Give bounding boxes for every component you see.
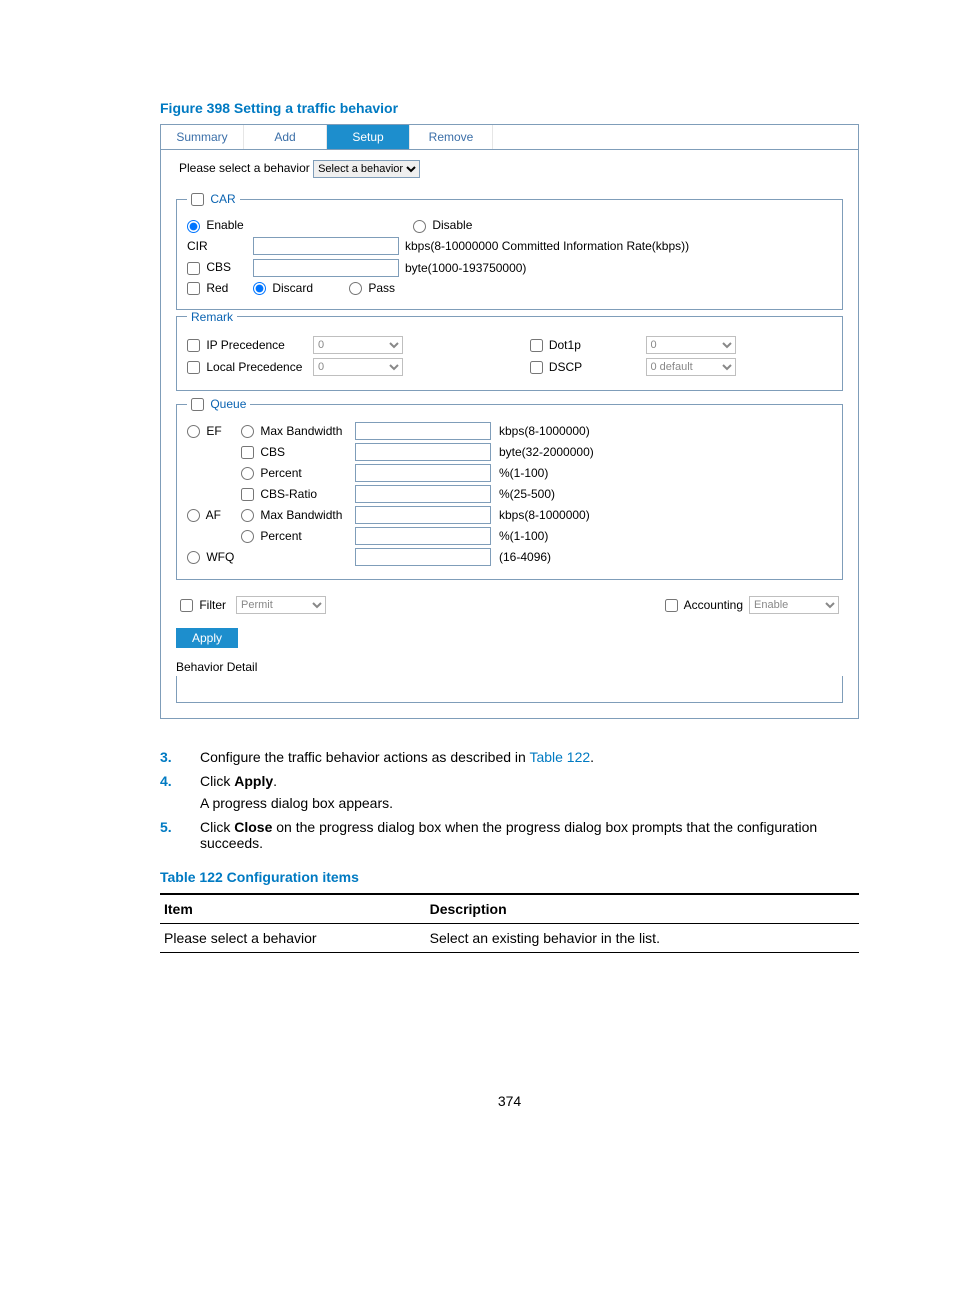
- red-discard-radio[interactable]: [253, 282, 266, 295]
- wfq-radio[interactable]: [187, 551, 200, 564]
- screenshot-panel: Summary Add Setup Remove Please select a…: [160, 124, 859, 719]
- car-fieldset: CAR Enable Disable CIR kbps(8-10000000 C…: [176, 192, 843, 310]
- apply-button[interactable]: Apply: [176, 628, 238, 648]
- dot1p-select[interactable]: 0: [646, 336, 736, 354]
- car-enable-checkbox[interactable]: [191, 193, 204, 206]
- behavior-detail-box: [176, 676, 843, 703]
- ef-cbs-input[interactable]: [355, 443, 491, 461]
- tab-setup[interactable]: Setup: [327, 125, 410, 149]
- ef-cbsratio-input[interactable]: [355, 485, 491, 503]
- cir-label: CIR: [187, 239, 247, 253]
- tab-add[interactable]: Add: [244, 125, 327, 149]
- ef-percent-input[interactable]: [355, 464, 491, 482]
- local-precedence-select[interactable]: 0: [313, 358, 403, 376]
- tabbar: Summary Add Setup Remove: [161, 125, 858, 150]
- config-table: Item Description Please select a behavio…: [160, 893, 859, 953]
- table-row: Please select a behavior Select an exist…: [160, 924, 859, 953]
- table-title: Table 122 Configuration items: [160, 869, 859, 885]
- accounting-select[interactable]: Enable: [749, 596, 839, 614]
- step-4: 4. Click Apply. A progress dialog box ap…: [160, 773, 859, 811]
- cbs-checkbox[interactable]: [187, 262, 200, 275]
- behavior-select-row: Please select a behavior Select a behavi…: [161, 150, 858, 186]
- behavior-select[interactable]: Select a behavior: [313, 160, 420, 178]
- behavior-select-label: Please select a behavior: [179, 161, 310, 175]
- step-3: 3. Configure the traffic behavior action…: [160, 749, 859, 765]
- wfq-input[interactable]: [355, 548, 491, 566]
- car-legend: CAR: [210, 192, 235, 206]
- ip-precedence-checkbox[interactable]: [187, 339, 200, 352]
- ef-cbsratio-checkbox[interactable]: [241, 488, 254, 501]
- queue-checkbox[interactable]: [191, 398, 204, 411]
- behavior-detail-label: Behavior Detail: [176, 660, 843, 674]
- queue-fieldset: Queue EF Max Bandwidth kbps(8-1000000) C…: [176, 397, 843, 580]
- tab-remove[interactable]: Remove: [410, 125, 493, 149]
- ef-maxbw-input[interactable]: [355, 422, 491, 440]
- cir-hint: kbps(8-10000000 Committed Information Ra…: [405, 239, 689, 253]
- car-enable-radio[interactable]: [187, 220, 200, 233]
- local-precedence-checkbox[interactable]: [187, 361, 200, 374]
- ef-radio[interactable]: [187, 425, 200, 438]
- th-item: Item: [160, 894, 426, 924]
- remark-legend: Remark: [187, 310, 237, 324]
- af-percent-radio[interactable]: [241, 530, 254, 543]
- car-disable-radio[interactable]: [413, 220, 426, 233]
- ef-cbs-checkbox[interactable]: [241, 446, 254, 459]
- ip-precedence-select[interactable]: 0: [313, 336, 403, 354]
- ef-maxbw-radio[interactable]: [241, 425, 254, 438]
- af-maxbw-radio[interactable]: [241, 509, 254, 522]
- red-checkbox[interactable]: [187, 282, 200, 295]
- filter-checkbox[interactable]: [180, 599, 193, 612]
- af-radio[interactable]: [187, 509, 200, 522]
- remark-fieldset: Remark IP Precedence 0 Local Precedence …: [176, 310, 843, 391]
- page-number: 374: [160, 1093, 859, 1109]
- dscp-checkbox[interactable]: [530, 361, 543, 374]
- cbs-input[interactable]: [253, 259, 399, 277]
- table-122-link[interactable]: Table 122: [529, 749, 590, 765]
- cir-input[interactable]: [253, 237, 399, 255]
- figure-title: Figure 398 Setting a traffic behavior: [160, 100, 859, 116]
- tab-summary[interactable]: Summary: [161, 125, 244, 149]
- step-5: 5. Click Close on the progress dialog bo…: [160, 819, 859, 851]
- accounting-checkbox[interactable]: [665, 599, 678, 612]
- cbs-hint: byte(1000-193750000): [405, 261, 526, 275]
- af-percent-input[interactable]: [355, 527, 491, 545]
- th-description: Description: [426, 894, 859, 924]
- queue-legend: Queue: [210, 397, 246, 411]
- ef-percent-radio[interactable]: [241, 467, 254, 480]
- dot1p-checkbox[interactable]: [530, 339, 543, 352]
- af-maxbw-input[interactable]: [355, 506, 491, 524]
- filter-select[interactable]: Permit: [236, 596, 326, 614]
- dscp-select[interactable]: 0 default: [646, 358, 736, 376]
- red-pass-radio[interactable]: [349, 282, 362, 295]
